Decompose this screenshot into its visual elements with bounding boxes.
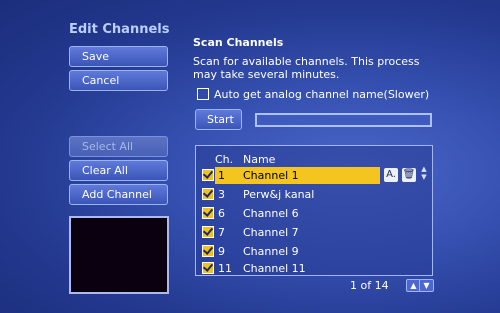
row-checkbox[interactable] xyxy=(202,169,214,181)
start-button[interactable]: Start xyxy=(195,109,242,130)
channel-name: Channel 6 xyxy=(243,207,299,220)
channel-name: Perw&j kanal xyxy=(243,188,315,201)
channel-name: Channel 11 xyxy=(243,262,306,275)
column-header-ch: Ch. xyxy=(215,153,234,166)
channel-number: 7 xyxy=(218,226,225,239)
channel-number: 9 xyxy=(218,245,225,258)
channel-row[interactable]: 6 Channel 6 xyxy=(196,204,432,223)
channel-row[interactable]: 7 Channel 7 xyxy=(196,223,432,242)
row-checkbox[interactable] xyxy=(202,262,214,274)
row-checkbox[interactable] xyxy=(202,188,214,200)
page-indicator: 1 of 14 xyxy=(350,279,389,292)
cancel-button[interactable]: Cancel xyxy=(69,70,168,91)
move-down-icon[interactable]: ▼ xyxy=(419,173,429,181)
scan-channels-heading: Scan Channels xyxy=(193,36,284,49)
channel-row[interactable]: 11 Channel 11 xyxy=(196,259,432,278)
save-button[interactable]: Save xyxy=(69,46,168,67)
channel-name: Channel 7 xyxy=(243,226,299,239)
channel-number: 11 xyxy=(218,262,232,275)
column-header-name: Name xyxy=(243,153,276,166)
edit-channels-title: Edit Channels xyxy=(69,22,170,37)
channel-row[interactable]: 3 Perw&j kanal xyxy=(196,185,432,204)
row-checkbox[interactable] xyxy=(202,245,214,257)
reorder-arrows[interactable]: ▲ ▼ xyxy=(419,165,429,181)
row-checkbox[interactable] xyxy=(202,207,214,219)
channel-list: Ch. Name 1 Channel 1 A. 🗑 3 Perw&j kanal… xyxy=(195,145,433,276)
add-channel-button[interactable]: Add Channel xyxy=(69,184,168,205)
move-up-icon[interactable]: ▲ xyxy=(419,165,429,173)
trash-icon[interactable]: 🗑 xyxy=(402,168,416,182)
channel-row[interactable]: 1 Channel 1 A. 🗑 xyxy=(196,166,432,185)
clear-all-button[interactable]: Clear All xyxy=(69,160,168,181)
scan-description: Scan for available channels. This proces… xyxy=(193,55,420,81)
page-down-button[interactable]: ▼ xyxy=(419,279,434,292)
channel-number: 3 xyxy=(218,188,225,201)
select-all-button[interactable]: Select All xyxy=(69,136,168,157)
channel-name: Channel 9 xyxy=(243,245,299,258)
channel-name: Channel 1 xyxy=(243,169,299,182)
row-checkbox[interactable] xyxy=(202,226,214,238)
rename-icon[interactable]: A. xyxy=(384,168,398,182)
channel-number: 1 xyxy=(218,169,225,182)
auto-name-label: Auto get analog channel name(Slower) xyxy=(214,88,430,101)
channel-number: 6 xyxy=(218,207,225,220)
scan-progress-bar xyxy=(255,113,432,127)
auto-name-checkbox[interactable] xyxy=(197,88,209,100)
video-preview xyxy=(69,216,169,294)
